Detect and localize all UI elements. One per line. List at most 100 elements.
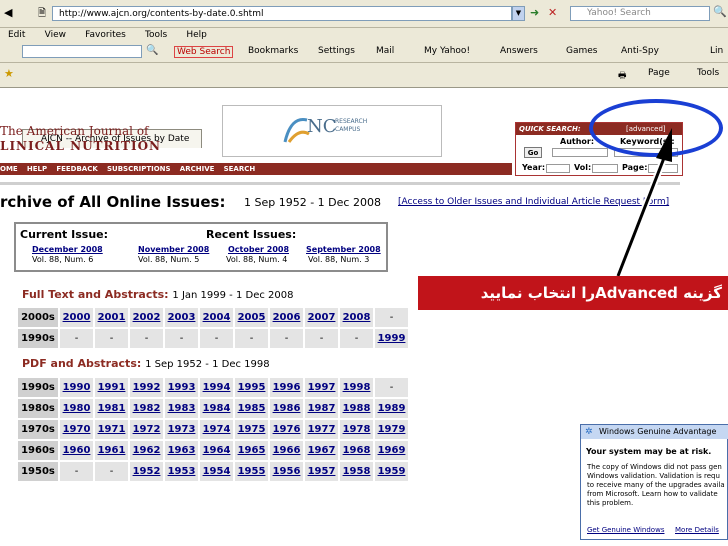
search-icon[interactable]: 🔍: [713, 5, 727, 18]
year-link[interactable]: 1977: [308, 424, 336, 435]
year-link[interactable]: 1964: [203, 445, 231, 456]
back-icon[interactable]: ◀: [4, 6, 12, 19]
wga-popup[interactable]: ✲ Windows Genuine Advantage Your system …: [580, 424, 728, 540]
year-link[interactable]: 2007: [308, 312, 336, 323]
recent-issue-link[interactable]: September 2008: [306, 245, 381, 254]
year-link[interactable]: 1961: [98, 445, 126, 456]
year-link[interactable]: 1963: [168, 445, 196, 456]
year-link[interactable]: 1996: [273, 382, 301, 393]
year-link[interactable]: 1953: [168, 466, 196, 477]
year-link[interactable]: 1962: [133, 445, 161, 456]
get-genuine-link[interactable]: Get Genuine Windows: [587, 526, 664, 534]
toolbar-search-input[interactable]: [22, 45, 142, 58]
favorites-star-icon[interactable]: ★: [4, 67, 14, 80]
year-link[interactable]: 1960: [63, 445, 91, 456]
year-link[interactable]: 1994: [203, 382, 231, 393]
year-link[interactable]: 1972: [133, 424, 161, 435]
year-link[interactable]: 1973: [168, 424, 196, 435]
year-link[interactable]: 2000: [63, 312, 91, 323]
year-link[interactable]: 1970: [63, 424, 91, 435]
year-link[interactable]: 1995: [238, 382, 266, 393]
year-link[interactable]: 1978: [343, 424, 371, 435]
stop-icon[interactable]: ✕: [548, 6, 557, 19]
nav-archive[interactable]: ARCHIVE: [180, 165, 215, 173]
year-link[interactable]: 1987: [308, 403, 336, 414]
go-arrow-icon[interactable]: ➜: [530, 6, 539, 19]
address-bar[interactable]: http://www.ajcn.org/contents-by-date.0.s…: [52, 6, 512, 21]
year-link[interactable]: 1971: [98, 424, 126, 435]
year-link[interactable]: 1956: [273, 466, 301, 477]
my-yahoo-button[interactable]: My Yahoo!: [424, 46, 470, 56]
year-link[interactable]: 1984: [203, 403, 231, 414]
year-link[interactable]: 1966: [273, 445, 301, 456]
year-link[interactable]: 2003: [168, 312, 196, 323]
year-link[interactable]: 1991: [98, 382, 126, 393]
year-link[interactable]: 1979: [378, 424, 406, 435]
year-link[interactable]: 1976: [273, 424, 301, 435]
year-link[interactable]: 1993: [168, 382, 196, 393]
address-dropdown-icon[interactable]: ▼: [512, 6, 525, 21]
magnifier-icon[interactable]: 🔍: [146, 45, 158, 56]
print-icon[interactable]: 🖶: [618, 68, 627, 84]
year-link[interactable]: 2001: [98, 312, 126, 323]
year-link[interactable]: 1965: [238, 445, 266, 456]
recent-issue-link[interactable]: November 2008: [138, 245, 209, 254]
year-link[interactable]: 1958: [343, 466, 371, 477]
year-link[interactable]: 2005: [238, 312, 266, 323]
year-link[interactable]: 1959: [378, 466, 406, 477]
anti-spy-button[interactable]: Anti-Spy: [621, 46, 659, 56]
year-link[interactable]: 1981: [98, 403, 126, 414]
bookmarks-button[interactable]: Bookmarks: [248, 46, 298, 56]
yahoo-search-input[interactable]: Yahoo! Search: [570, 6, 710, 21]
web-search-button[interactable]: Web Search: [174, 46, 234, 58]
year-link[interactable]: 1955: [238, 466, 266, 477]
games-button[interactable]: Games: [566, 46, 597, 56]
current-issue-link[interactable]: December 2008: [32, 245, 103, 254]
year-link[interactable]: 2002: [133, 312, 161, 323]
page-menu[interactable]: Page: [648, 68, 670, 78]
recent-issue-link[interactable]: October 2008: [228, 245, 289, 254]
menu-tools[interactable]: Tools: [145, 30, 167, 40]
year-link[interactable]: 1983: [168, 403, 196, 414]
year-link[interactable]: 1952: [133, 466, 161, 477]
menu-help[interactable]: Help: [186, 30, 207, 40]
year-link[interactable]: 1968: [343, 445, 371, 456]
banner-ad[interactable]: NC RESEARCH CAMPUS: [222, 105, 442, 157]
year-link[interactable]: 1992: [133, 382, 161, 393]
year-link[interactable]: 1980: [63, 403, 91, 414]
tools-menu[interactable]: Tools: [697, 68, 719, 78]
nav-help[interactable]: HELP: [27, 165, 47, 173]
year-link[interactable]: 1982: [133, 403, 161, 414]
year-link[interactable]: 1969: [378, 445, 406, 456]
year-link[interactable]: 1997: [308, 382, 336, 393]
year-link[interactable]: 2004: [203, 312, 231, 323]
nav-search[interactable]: SEARCH: [224, 165, 256, 173]
menu-view[interactable]: View: [45, 30, 66, 40]
year-link[interactable]: 1990: [63, 382, 91, 393]
year-link[interactable]: 1985: [238, 403, 266, 414]
nav-home[interactable]: OME: [0, 165, 18, 173]
menu-edit[interactable]: Edit: [8, 30, 25, 40]
year-link[interactable]: 1986: [273, 403, 301, 414]
links-button[interactable]: Lin: [710, 46, 723, 56]
year-link[interactable]: 2008: [343, 312, 371, 323]
year-link[interactable]: 1975: [238, 424, 266, 435]
year-link[interactable]: 1999: [378, 333, 406, 344]
year-link[interactable]: 1988: [343, 403, 371, 414]
nav-feedback[interactable]: FEEDBACK: [56, 165, 97, 173]
year-link[interactable]: 1957: [308, 466, 336, 477]
go-button[interactable]: Go: [524, 147, 542, 158]
year-link[interactable]: 1967: [308, 445, 336, 456]
nav-subscriptions[interactable]: SUBSCRIPTIONS: [107, 165, 171, 173]
mail-button[interactable]: Mail: [376, 46, 394, 56]
year-link[interactable]: 1989: [378, 403, 406, 414]
more-details-link[interactable]: More Details: [675, 526, 719, 534]
settings-button[interactable]: Settings: [318, 46, 355, 56]
answers-button[interactable]: Answers: [500, 46, 538, 56]
year-link[interactable]: 1998: [343, 382, 371, 393]
year-row: 1980s 1980 1981 1982 1983 1984 1985 1986 1987 198…: [18, 399, 408, 418]
menu-favorites[interactable]: Favorites: [85, 30, 126, 40]
year-link[interactable]: 1954: [203, 466, 231, 477]
year-link[interactable]: 1974: [203, 424, 231, 435]
year-link[interactable]: 2006: [273, 312, 301, 323]
